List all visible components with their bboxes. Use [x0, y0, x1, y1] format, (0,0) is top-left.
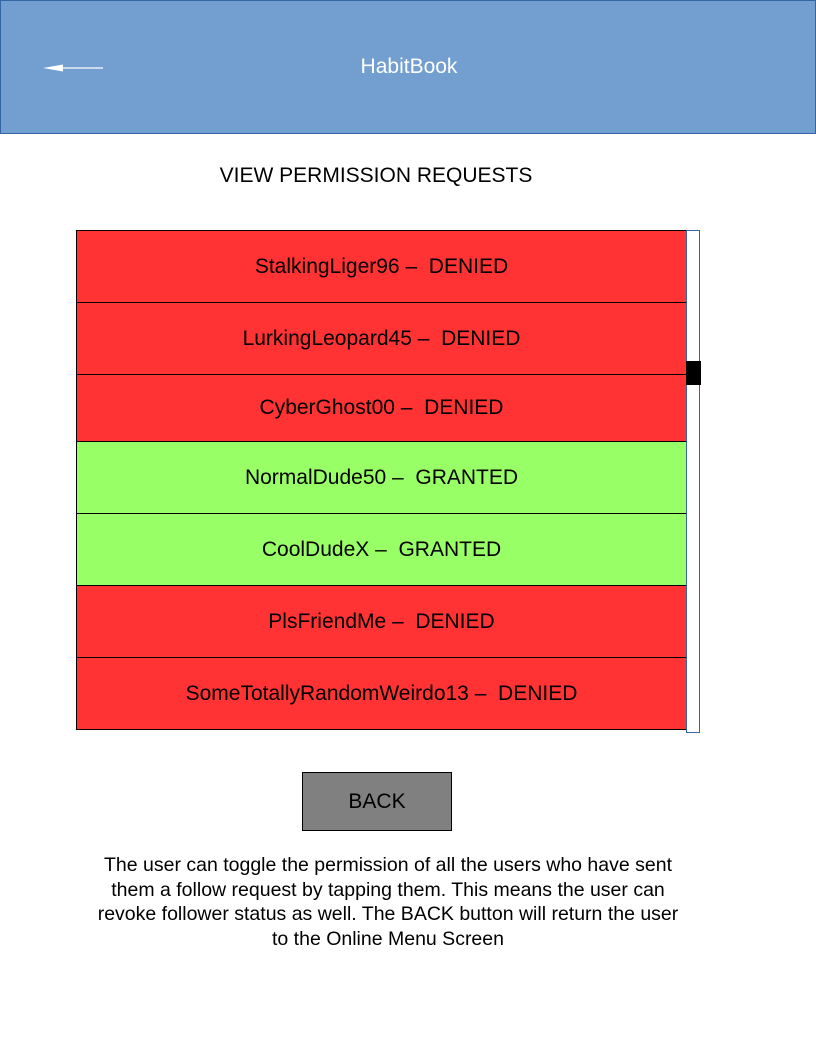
request-row-label: CyberGhost00 – DENIED — [259, 396, 504, 419]
app-title: HabitBook — [360, 55, 458, 78]
request-row-label: StalkingLiger96 – DENIED — [254, 254, 509, 278]
request-row-cyberghost00[interactable]: CyberGhost00 – DENIED — [76, 375, 687, 442]
description-text: The user can toggle the permission of al… — [97, 854, 679, 950]
request-row-plsfriendme[interactable]: PlsFriendMe – DENIED — [76, 586, 687, 658]
request-row-normaldude50[interactable]: NormalDude50 – GRANTED — [76, 442, 687, 514]
scrollbar-thumb[interactable] — [686, 361, 701, 385]
back-button[interactable]: BACK — [302, 772, 452, 831]
request-row-label: PlsFriendMe – DENIED — [268, 609, 495, 633]
app-header: HabitBook — [0, 0, 816, 134]
request-row-label: SomeTotallyRandomWeirdo13 – DENIED — [185, 681, 578, 705]
request-row-sometotallyrandomweirdo13[interactable]: SomeTotallyRandomWeirdo13 – DENIED — [76, 658, 687, 730]
request-row-label: NormalDude50 – GRANTED — [244, 465, 519, 489]
request-row-cooldudex[interactable]: CoolDudeX – GRANTED — [76, 514, 687, 586]
request-row-lurkingleopard45[interactable]: LurkingLeopard45 – DENIED — [76, 303, 687, 375]
request-row-label: CoolDudeX – GRANTED — [261, 537, 502, 561]
list-scrollbar[interactable] — [686, 230, 701, 733]
request-row-stalkingliger96[interactable]: StalkingLiger96 – DENIED — [76, 231, 687, 303]
permission-request-list: StalkingLiger96 – DENIED LurkingLeopard4… — [76, 230, 687, 730]
request-row-label: LurkingLeopard45 – DENIED — [242, 326, 521, 350]
page-title: VIEW PERMISSION REQUESTS — [219, 164, 533, 187]
